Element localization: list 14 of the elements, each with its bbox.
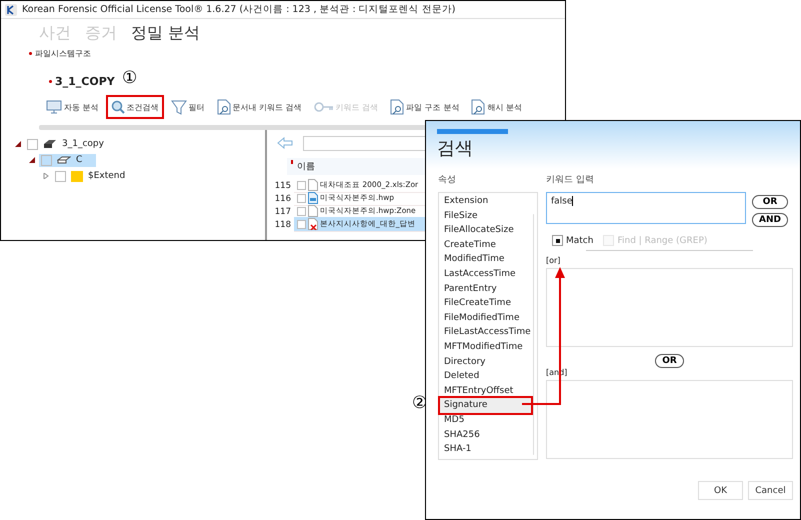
option-label: Match: [566, 236, 594, 246]
row-number: 118: [274, 220, 291, 230]
dialog-title: 검색: [437, 137, 474, 160]
keyword-label: 키워드 입력: [546, 174, 595, 187]
row-number: 116: [274, 194, 291, 204]
window-title: Korean Forensic Official License Tool® 1.6.27 (사건이름 : 123 , 분석관 : 디지털포렌식 전문가): [22, 3, 456, 16]
step-number: ①: [122, 70, 138, 87]
row-number: 115: [274, 180, 291, 190]
attributes-label: 속성: [438, 174, 457, 187]
option-label: Find | Range (GREP): [617, 236, 708, 246]
evidence-name: 3_1_COPY: [55, 75, 115, 88]
or-label: [or]: [546, 255, 562, 267]
section-label: 파일시스템구조: [35, 48, 91, 59]
row-number: 117: [274, 206, 291, 216]
